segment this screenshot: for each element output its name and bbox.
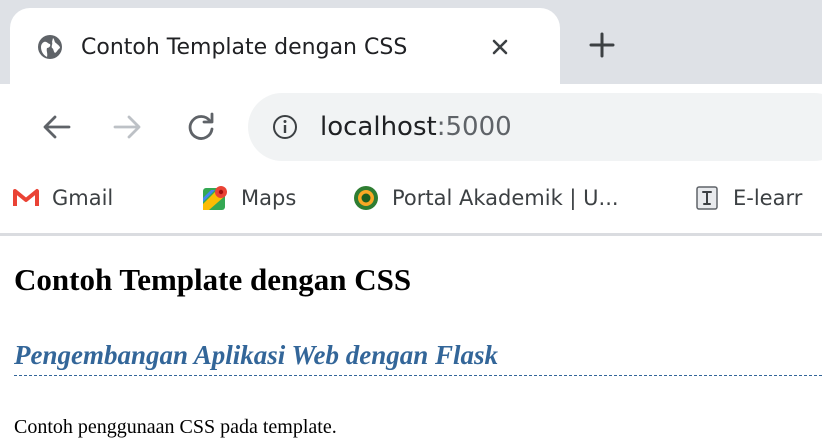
bookmark-label: Portal Akademik | U... xyxy=(392,186,619,210)
arrow-right-icon[interactable] xyxy=(110,110,144,144)
bookmark-portal-akademik[interactable]: Portal Akademik | U... xyxy=(352,180,619,216)
bookmark-e-learning[interactable]: E-learr xyxy=(693,180,802,216)
url-text[interactable]: localhost:5000 xyxy=(320,109,512,145)
globe-icon xyxy=(38,35,62,59)
bookmark-gmail[interactable]: Gmail xyxy=(12,180,113,216)
portal-icon xyxy=(354,186,378,210)
close-icon[interactable] xyxy=(486,33,514,61)
bookmark-maps[interactable]: Maps xyxy=(201,180,296,216)
reload-icon[interactable] xyxy=(184,110,218,144)
url-host: localhost xyxy=(320,112,437,142)
page-subtitle: Pengembangan Aplikasi Web dengan Flask xyxy=(14,340,822,376)
maps-icon xyxy=(203,186,227,210)
arrow-left-icon[interactable] xyxy=(40,110,74,144)
info-icon[interactable] xyxy=(272,114,298,140)
browser-tab[interactable]: Contoh Template dengan CSS xyxy=(10,8,560,84)
page-paragraph: Contoh penggunaan CSS pada template. xyxy=(14,416,337,438)
page-content: Contoh Template dengan CSS Pengembangan … xyxy=(0,236,822,446)
page-title: Contoh Template dengan CSS xyxy=(14,262,412,297)
elearning-icon xyxy=(696,186,718,210)
gmail-icon xyxy=(13,189,39,206)
browser-toolbar: localhost:5000 xyxy=(0,84,822,168)
bookmark-label: Gmail xyxy=(52,186,114,210)
url-port: :5000 xyxy=(436,112,512,142)
bookmark-label: E-learr xyxy=(733,186,803,210)
bookmark-label: Maps xyxy=(241,186,297,210)
tab-title: Contoh Template dengan CSS xyxy=(81,35,408,60)
bookmarks-bar: Gmail Maps Portal Akademik | U... E-lear… xyxy=(0,168,822,232)
plus-icon[interactable] xyxy=(586,29,618,61)
tab-strip: Contoh Template dengan CSS xyxy=(0,0,822,84)
address-bar[interactable]: localhost:5000 xyxy=(248,93,822,161)
